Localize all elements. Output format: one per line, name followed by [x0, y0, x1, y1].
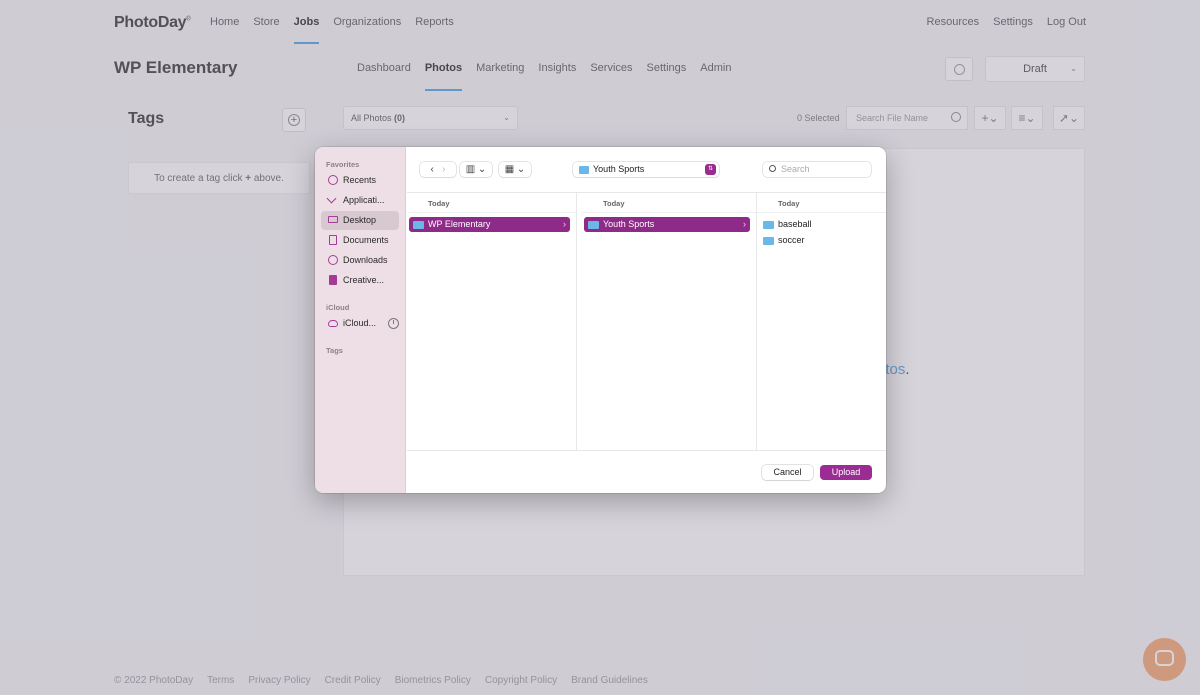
applications-icon	[326, 193, 337, 204]
icloud-heading: iCloud	[326, 303, 350, 312]
download-icon	[328, 255, 338, 265]
column-heading: Today	[603, 199, 625, 208]
clock-icon	[328, 175, 338, 185]
tags-heading: Tags	[326, 346, 343, 355]
browser-column: Today baseball soccer	[757, 193, 886, 451]
dialog-search-input[interactable]: Search	[763, 162, 871, 177]
document-icon	[329, 235, 337, 245]
sidebar-item-applications[interactable]: Applicati...	[321, 191, 399, 210]
desktop-icon	[328, 216, 338, 223]
folder-icon	[579, 166, 589, 174]
chevron-right-icon: ›	[563, 219, 566, 229]
sidebar-item-desktop[interactable]: Desktop	[321, 211, 399, 230]
browser-column: Today Youth Sports ›	[582, 193, 757, 451]
back-icon[interactable]: ‹	[430, 164, 433, 175]
sync-progress-icon	[388, 318, 399, 329]
column-browser: Today WP Elementary › Today Youth Sports ›…	[407, 192, 886, 451]
grid-icon: ▦	[504, 164, 515, 175]
up-down-chevron-icon: ⇅	[705, 164, 716, 175]
sidebar-item-icloud[interactable]: iCloud...	[321, 314, 399, 333]
dialog-sidebar: Favorites Recents Applicati... Desktop D…	[315, 147, 406, 493]
group-button[interactable]: ▦ ⌄	[499, 162, 531, 177]
search-icon	[769, 165, 776, 172]
column-heading: Today	[778, 199, 800, 208]
folder-row[interactable]: baseball	[759, 217, 880, 232]
folder-row[interactable]: soccer	[759, 233, 880, 248]
forward-icon[interactable]: ›	[442, 164, 445, 175]
folder-row[interactable]: Youth Sports ›	[584, 217, 750, 232]
view-mode-button[interactable]: ▥ ⌄	[460, 162, 492, 177]
columns-view-icon: ▥	[465, 164, 476, 175]
chevron-right-icon: ›	[743, 219, 746, 229]
file-icon	[329, 275, 337, 285]
folder-icon	[588, 221, 599, 229]
sidebar-item-downloads[interactable]: Downloads	[321, 251, 399, 270]
back-forward-buttons[interactable]: ‹ ›	[420, 162, 456, 177]
folder-icon	[413, 221, 424, 229]
browser-column: Today WP Elementary ›	[407, 193, 577, 451]
upload-button[interactable]: Upload	[820, 465, 872, 480]
folder-row[interactable]: WP Elementary ›	[409, 217, 570, 232]
cancel-button[interactable]: Cancel	[762, 465, 813, 480]
path-select[interactable]: Youth Sports ⇅	[573, 162, 719, 177]
sidebar-item-recents[interactable]: Recents	[321, 171, 399, 190]
column-heading: Today	[428, 199, 450, 208]
file-upload-dialog: Favorites Recents Applicati... Desktop D…	[315, 147, 886, 493]
sidebar-item-creative[interactable]: Creative...	[321, 271, 399, 290]
sidebar-item-documents[interactable]: Documents	[321, 231, 399, 250]
cloud-icon	[328, 320, 338, 327]
folder-icon	[763, 237, 774, 245]
dialog-footer: Cancel Upload	[407, 450, 886, 493]
folder-icon	[763, 221, 774, 229]
favorites-heading: Favorites	[326, 160, 360, 169]
